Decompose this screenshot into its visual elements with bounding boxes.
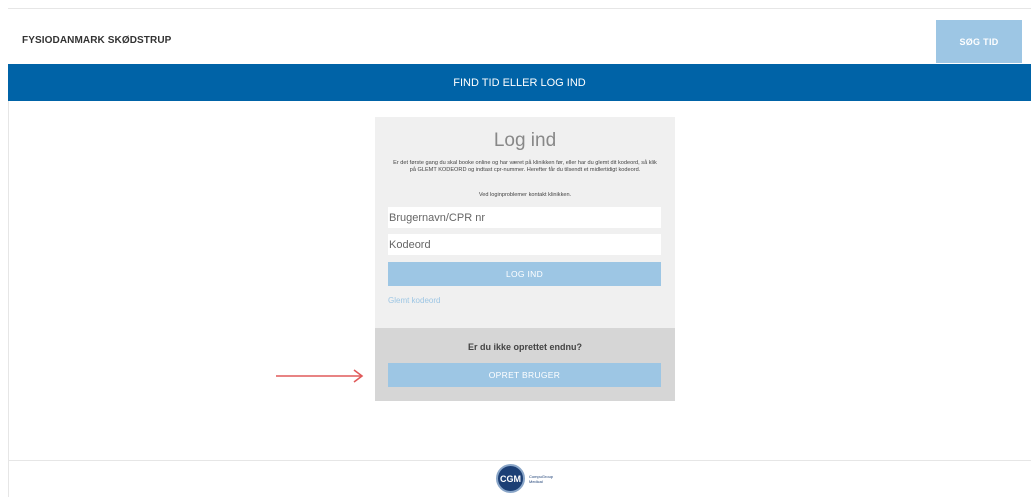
cgm-logo-text-line2: Medical (529, 479, 543, 484)
register-section: Er du ikke oprettet endnu? OPRET BRUGER (375, 328, 675, 401)
register-prompt: Er du ikke oprettet endnu? (467, 342, 582, 352)
create-user-button[interactable]: OPRET BRUGER (388, 363, 661, 387)
pointer-arrow-icon (276, 369, 364, 383)
username-input[interactable]: Brugernavn/CPR nr (388, 207, 661, 228)
cgm-logo-text: CompuGroup Medical (529, 474, 553, 484)
cgm-logo: CGM CompuGroup Medical (496, 464, 568, 494)
login-card: Log ind Er det første gang du skal booke… (375, 117, 675, 401)
clinic-name[interactable]: FYSIODANMARK SKØDSTRUP (22, 35, 171, 46)
login-title: Log ind (493, 130, 557, 151)
page-banner: FIND TID ELLER LOG IND (8, 64, 1031, 101)
login-problems-text: Ved loginproblemer kontakt klinikken. (478, 192, 572, 198)
footer-divider (8, 460, 1031, 461)
cgm-logo-mark: CGM (496, 464, 525, 493)
search-time-button[interactable]: SØG TID (936, 20, 1022, 63)
banner-title: FIND TID ELLER LOG IND (453, 76, 586, 89)
login-info-text: Er det første gang du skal booke online … (393, 160, 657, 173)
password-input[interactable]: Kodeord (388, 234, 661, 255)
forgot-password-link[interactable]: Glemt kodeord (388, 296, 440, 305)
login-button[interactable]: LOG IND (388, 262, 661, 286)
top-header: FYSIODANMARK SKØDSTRUP SØG TID (8, 9, 1031, 64)
